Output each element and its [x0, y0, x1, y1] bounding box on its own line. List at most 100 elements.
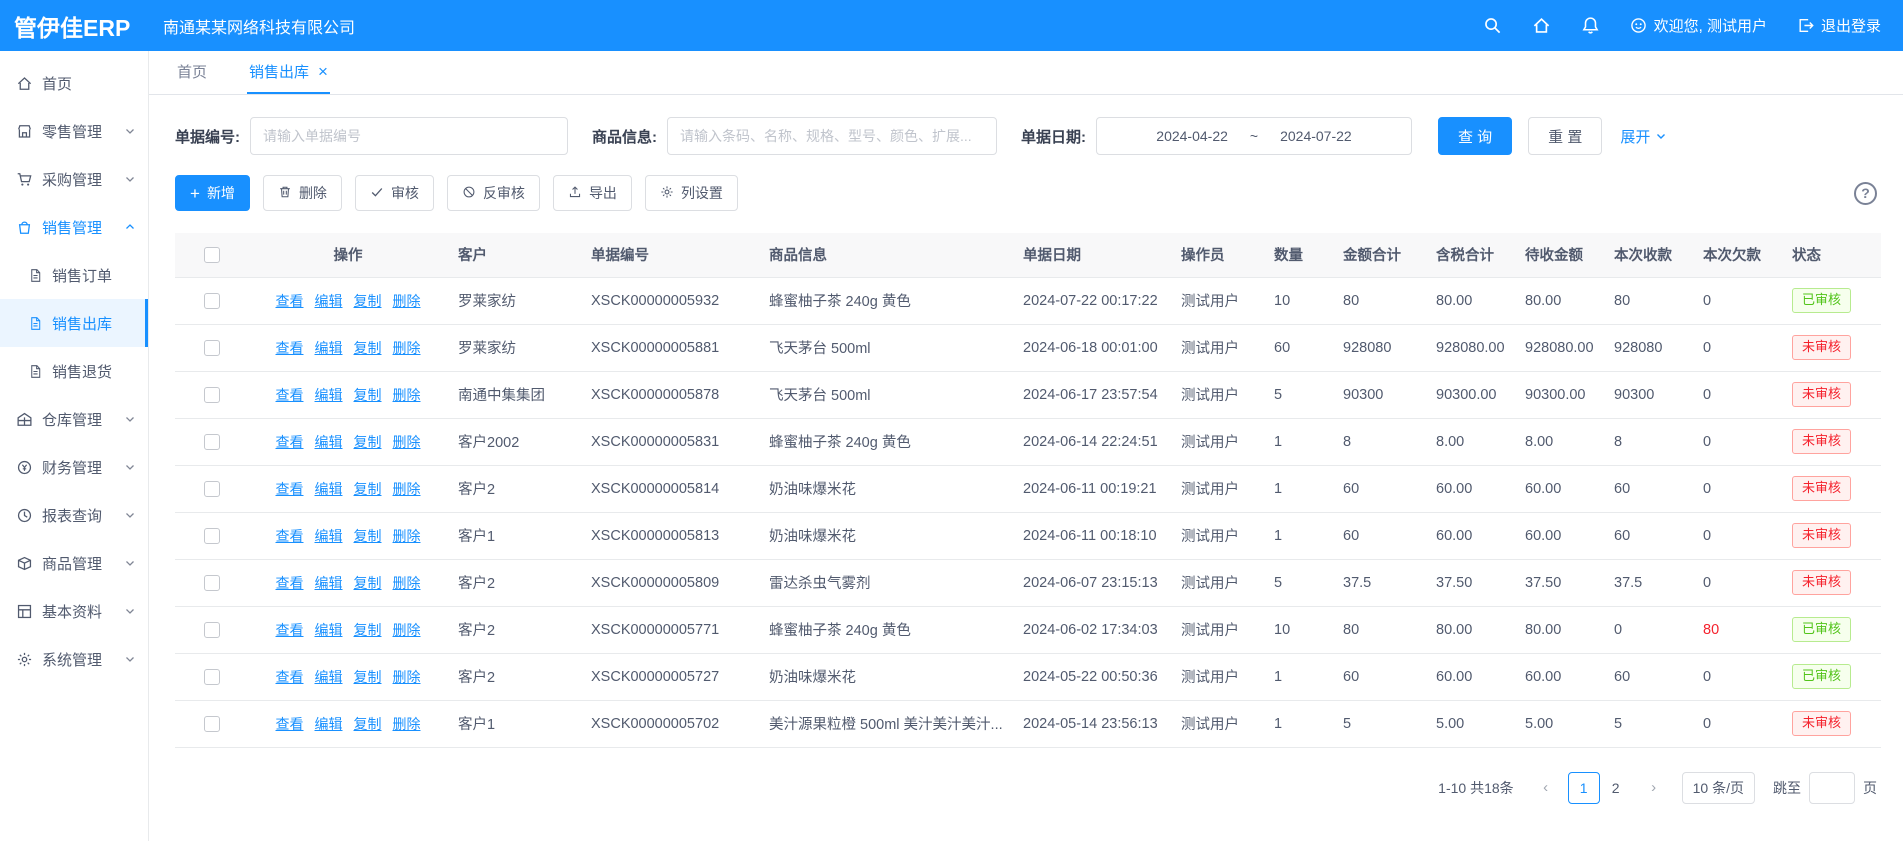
doc-no-input[interactable] — [250, 117, 568, 155]
date-to-value[interactable]: 2024-07-22 — [1280, 128, 1352, 144]
delete-button[interactable]: 删除 — [263, 175, 342, 211]
sidebar-item-retail[interactable]: 零售管理 — [0, 107, 148, 155]
row-op-delete-link[interactable]: 删除 — [393, 575, 421, 591]
prev-page-button[interactable]: ‹ — [1532, 773, 1560, 803]
product-info-input[interactable] — [667, 117, 997, 155]
sidebar-item-basic[interactable]: 基本资料 — [0, 587, 148, 635]
tab-sales-outbound[interactable]: 销售出库× — [247, 51, 330, 94]
tab-home[interactable]: 首页 — [175, 51, 209, 94]
date-range-picker[interactable]: 2024-04-22 ~ 2024-07-22 — [1096, 117, 1412, 155]
page-1-button[interactable]: 1 — [1568, 772, 1600, 804]
unaudit-button[interactable]: 反审核 — [447, 175, 540, 211]
reset-button[interactable]: 重 置 — [1528, 117, 1602, 155]
close-icon[interactable]: × — [318, 63, 328, 80]
jump-to-input[interactable] — [1809, 772, 1855, 804]
date-from-value[interactable]: 2024-04-22 — [1156, 128, 1228, 144]
row-checkbox[interactable] — [204, 669, 220, 685]
row-op-edit-link[interactable]: 编辑 — [315, 387, 343, 403]
row-op-edit-link[interactable]: 编辑 — [315, 434, 343, 450]
row-op-view-link[interactable]: 查看 — [276, 481, 304, 497]
report-icon — [16, 507, 33, 524]
row-op-view-link[interactable]: 查看 — [276, 716, 304, 732]
page-size-select[interactable]: 10 条/页 — [1682, 772, 1755, 804]
row-op-edit-link[interactable]: 编辑 — [315, 293, 343, 309]
row-checkbox[interactable] — [204, 528, 220, 544]
sidebar-subitem-label: 销售出库 — [52, 313, 112, 334]
row-op-edit-link[interactable]: 编辑 — [315, 481, 343, 497]
row-op-delete-link[interactable]: 删除 — [393, 528, 421, 544]
search-icon[interactable] — [1483, 16, 1502, 35]
row-op-edit-link[interactable]: 编辑 — [315, 340, 343, 356]
sidebar-item-home[interactable]: 首页 — [0, 59, 148, 107]
row-op-view-link[interactable]: 查看 — [276, 434, 304, 450]
row-op-copy-link[interactable]: 复制 — [354, 528, 382, 544]
sidebar-item-finance[interactable]: 财务管理 — [0, 443, 148, 491]
row-checkbox[interactable] — [204, 434, 220, 450]
row-op-delete-link[interactable]: 删除 — [393, 622, 421, 638]
row-checkbox[interactable] — [204, 575, 220, 591]
row-op-view-link[interactable]: 查看 — [276, 387, 304, 403]
row-op-delete-link[interactable]: 删除 — [393, 340, 421, 356]
add-button[interactable]: + 新增 — [175, 175, 250, 211]
row-checkbox[interactable] — [204, 481, 220, 497]
row-op-copy-link[interactable]: 复制 — [354, 481, 382, 497]
row-op-edit-link[interactable]: 编辑 — [315, 575, 343, 591]
sidebar-item-report[interactable]: 报表查询 — [0, 491, 148, 539]
row-op-delete-link[interactable]: 删除 — [393, 387, 421, 403]
select-all-checkbox[interactable] — [204, 247, 220, 263]
row-checkbox[interactable] — [204, 340, 220, 356]
row-op-view-link[interactable]: 查看 — [276, 340, 304, 356]
row-op-copy-link[interactable]: 复制 — [354, 387, 382, 403]
row-op-copy-link[interactable]: 复制 — [354, 622, 382, 638]
row-op-copy-link[interactable]: 复制 — [354, 434, 382, 450]
row-op-view-link[interactable]: 查看 — [276, 622, 304, 638]
row-op-edit-link[interactable]: 编辑 — [315, 669, 343, 685]
export-button[interactable]: 导出 — [553, 175, 632, 211]
row-checkbox[interactable] — [204, 622, 220, 638]
row-op-delete-link[interactable]: 删除 — [393, 293, 421, 309]
home-icon[interactable] — [1532, 16, 1551, 35]
row-op-delete-link[interactable]: 删除 — [393, 669, 421, 685]
row-op-copy-link[interactable]: 复制 — [354, 716, 382, 732]
row-op-copy-link[interactable]: 复制 — [354, 575, 382, 591]
row-op-edit-link[interactable]: 编辑 — [315, 528, 343, 544]
sidebar-subitem-sales-return[interactable]: 销售退货 — [0, 347, 148, 395]
row-checkbox[interactable] — [204, 293, 220, 309]
page-2-button[interactable]: 2 — [1600, 772, 1632, 804]
cell-doc-no: XSCK00000005813 — [581, 512, 759, 559]
row-op-copy-link[interactable]: 复制 — [354, 669, 382, 685]
cell-amount: 60 — [1333, 465, 1426, 512]
row-op-copy-link[interactable]: 复制 — [354, 293, 382, 309]
help-icon[interactable]: ? — [1854, 182, 1877, 205]
expand-link[interactable]: 展开 — [1620, 126, 1667, 147]
sidebar-item-sales[interactable]: 销售管理 — [0, 203, 148, 251]
row-op-view-link[interactable]: 查看 — [276, 575, 304, 591]
sidebar-item-warehouse[interactable]: 仓库管理 — [0, 395, 148, 443]
bell-icon[interactable] — [1581, 16, 1600, 35]
sidebar-item-purchase[interactable]: 采购管理 — [0, 155, 148, 203]
sidebar-item-system[interactable]: 系统管理 — [0, 635, 148, 683]
next-page-button[interactable]: › — [1640, 773, 1668, 803]
row-op-view-link[interactable]: 查看 — [276, 528, 304, 544]
table-row: 查看编辑复制删除罗莱家纺XSCK00000005932蜂蜜柚子茶 240g 黄色… — [175, 277, 1881, 324]
row-checkbox[interactable] — [204, 387, 220, 403]
row-op-delete-link[interactable]: 删除 — [393, 434, 421, 450]
sidebar-subitem-sales-outbound[interactable]: 销售出库 — [0, 299, 148, 347]
row-checkbox[interactable] — [204, 716, 220, 732]
row-op-copy-link[interactable]: 复制 — [354, 340, 382, 356]
row-op-edit-link[interactable]: 编辑 — [315, 622, 343, 638]
row-op-edit-link[interactable]: 编辑 — [315, 716, 343, 732]
search-button[interactable]: 查 询 — [1438, 117, 1512, 155]
sidebar-item-product[interactable]: 商品管理 — [0, 539, 148, 587]
chevron-down-icon — [124, 653, 136, 665]
column-settings-button[interactable]: 列设置 — [645, 175, 738, 211]
welcome-user[interactable]: 欢迎您, 测试用户 — [1630, 15, 1767, 36]
logout-button[interactable]: 退出登录 — [1797, 15, 1881, 36]
row-op-view-link[interactable]: 查看 — [276, 293, 304, 309]
row-op-view-link[interactable]: 查看 — [276, 669, 304, 685]
status-badge: 未审核 — [1792, 570, 1851, 594]
audit-button[interactable]: 审核 — [355, 175, 434, 211]
row-op-delete-link[interactable]: 删除 — [393, 716, 421, 732]
row-op-delete-link[interactable]: 删除 — [393, 481, 421, 497]
sidebar-subitem-sales-order[interactable]: 销售订单 — [0, 251, 148, 299]
